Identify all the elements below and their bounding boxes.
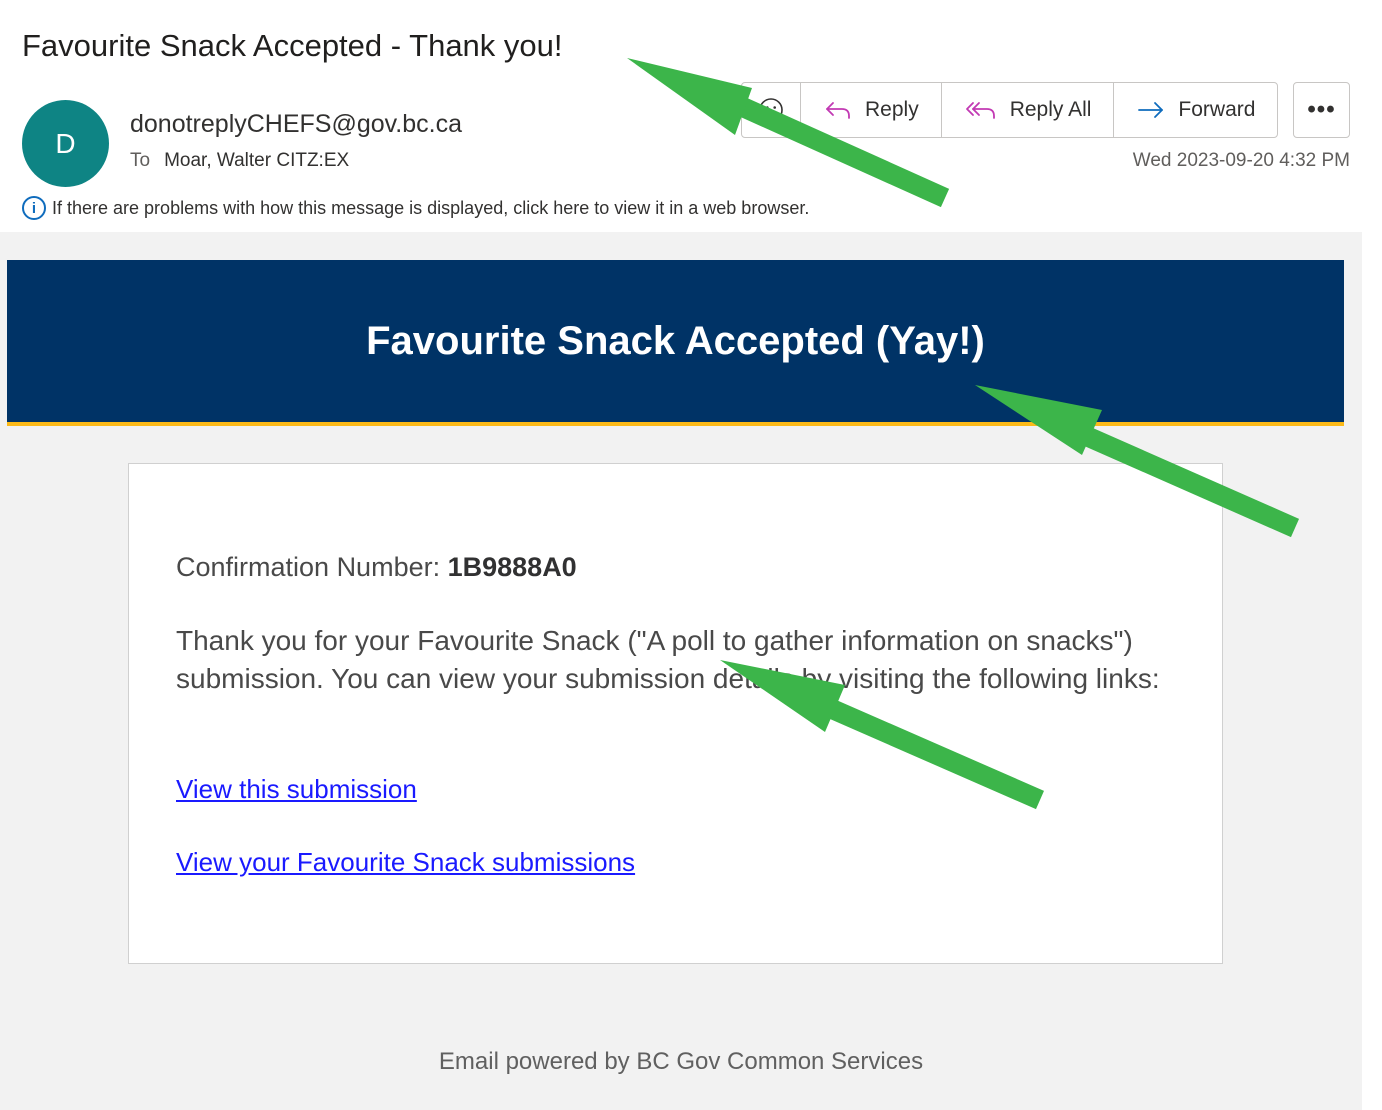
react-button[interactable] bbox=[742, 83, 800, 137]
forward-label: Forward bbox=[1178, 98, 1256, 121]
forward-arrow-icon bbox=[1138, 102, 1164, 118]
message-text: Thank you for your Favourite Snack ("A p… bbox=[176, 625, 1160, 694]
confirmation-label: Confirmation Number: bbox=[176, 552, 441, 582]
view-submission-link[interactable]: View this submission bbox=[176, 774, 417, 805]
web-view-info-text: If there are problems with how this mess… bbox=[52, 197, 810, 218]
reply-icon bbox=[826, 102, 850, 119]
reply-label: Reply bbox=[865, 98, 919, 121]
info-icon: i bbox=[22, 196, 46, 220]
confirmation-line: Confirmation Number: 1B9888A0 bbox=[176, 552, 577, 583]
reply-all-button[interactable]: Reply All bbox=[940, 83, 1114, 137]
view-all-submissions-link[interactable]: View your Favourite Snack submissions bbox=[176, 847, 635, 878]
to-label: To bbox=[130, 150, 151, 171]
banner-title: Favourite Snack Accepted (Yay!) bbox=[366, 318, 985, 363]
email-banner: Favourite Snack Accepted (Yay!) bbox=[7, 260, 1344, 426]
more-actions-button[interactable]: ••• bbox=[1293, 82, 1350, 138]
recipient-line: To Moar, Walter CITZ:EX bbox=[130, 150, 349, 172]
reply-button[interactable]: Reply bbox=[800, 83, 941, 137]
web-view-infobar[interactable]: i If there are problems with how this me… bbox=[22, 196, 809, 220]
confirmation-card: Confirmation Number: 1B9888A0 Thank you … bbox=[128, 463, 1223, 964]
received-date: Wed 2023-09-20 4:32 PM bbox=[1132, 150, 1350, 171]
email-body: Favourite Snack Accepted (Yay!) Confirma… bbox=[0, 232, 1362, 1110]
confirmation-number: 1B9888A0 bbox=[447, 552, 577, 582]
forward-button[interactable]: Forward bbox=[1113, 83, 1277, 137]
reply-all-icon bbox=[965, 102, 995, 119]
recipient-name[interactable]: Moar, Walter CITZ:EX bbox=[164, 150, 349, 171]
reply-all-label: Reply All bbox=[1009, 98, 1092, 121]
sender-avatar: D bbox=[22, 100, 109, 187]
smiley-icon bbox=[759, 98, 783, 122]
email-footer: Email powered by BC Gov Common Services bbox=[438, 1048, 924, 1075]
sender-address[interactable]: donotreplyCHEFS@gov.bc.ca bbox=[130, 110, 462, 139]
email-subject: Favourite Snack Accepted - Thank you! bbox=[22, 28, 563, 63]
message-actions: Reply Reply All Forward bbox=[741, 82, 1279, 138]
